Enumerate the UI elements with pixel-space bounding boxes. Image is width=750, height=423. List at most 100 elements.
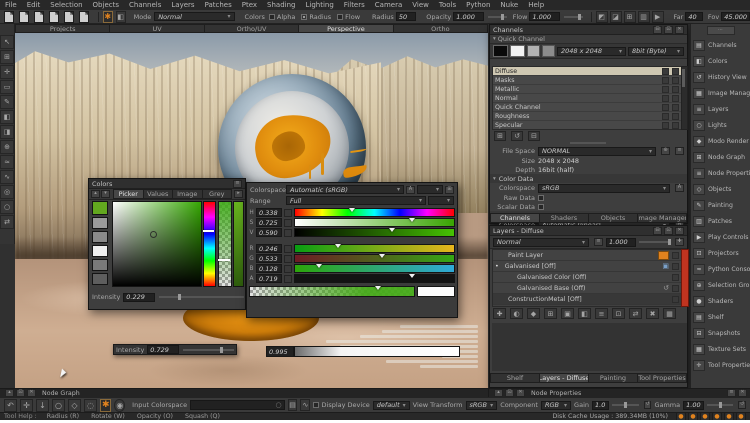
channel-depth-dropdown[interactable]: 8bit (Byte)▾ [628,47,684,56]
colors-tab-picker[interactable]: Picker [113,189,144,199]
input-colorspace-input[interactable]: ○ [190,400,284,410]
v-swatch-icon[interactable] [284,229,292,237]
colorspace-dropdown[interactable]: Automatic (sRGB)▾ [286,185,404,194]
menu-selection[interactable]: Selection [45,1,87,9]
h-swatch-icon[interactable] [284,209,292,217]
menu-patches[interactable]: Patches [200,1,237,9]
remove-channel-button[interactable]: ⊟ [528,131,540,141]
colors-tab-image[interactable]: Image [173,189,203,199]
r-swatch-icon[interactable] [284,245,292,253]
sync-channel-button[interactable]: ↺ [511,131,523,141]
channel-lock-icon[interactable] [662,68,669,75]
menu-tools[interactable]: Tools [434,1,461,9]
colorspace-reset-icon[interactable]: A [406,186,415,194]
layer-amount-field[interactable]: 1.000 [606,238,636,247]
diamond-brush-tool[interactable]: ◇ [68,399,81,412]
colors-tab-values[interactable]: Values [144,189,174,199]
cache-status-icon[interactable]: ● [676,412,686,421]
collapse-arrow-icon[interactable]: ▾ [493,36,496,42]
channel-cache-icon[interactable] [672,113,679,120]
dock-tab-image-manager[interactable]: Image Manager [638,213,687,223]
s-value-field[interactable]: 0.725 [256,218,282,227]
smear-tool[interactable]: ∿ [0,170,14,184]
tab-overflow-icon[interactable]: ▸ [234,190,243,198]
menu-edit[interactable]: Edit [22,1,46,9]
grey-swatch-2[interactable] [92,231,108,243]
close-project-icon[interactable] [79,11,89,23]
alpha-gradient-bar[interactable] [249,286,415,297]
palette-item-modo-render[interactable]: ◆Modo Render [691,133,750,149]
alpha-swatch-icon[interactable] [284,275,292,283]
grey-swatch-4[interactable] [92,259,108,271]
add-channel-button[interactable]: ⊞ [494,131,506,141]
h-slider-bar[interactable] [294,208,455,217]
colorspace-auto-icon[interactable]: A [675,184,684,192]
menu-python[interactable]: Python [461,1,495,9]
import-archive-icon[interactable] [49,11,59,23]
splitter-grip[interactable] [570,142,606,144]
floating-value-gradient-bar[interactable] [294,346,460,357]
palette-item-image-manager[interactable]: ▦Image Manager [691,85,750,101]
add-layer-icon[interactable]: ✚ [675,238,684,246]
node-properties-dock-bar[interactable]: ▴ ⊡ ✕ Node Properties ≡ ✕ [488,388,750,397]
channel-lock-icon[interactable] [662,122,669,129]
palette-item-shelf[interactable]: ▤Shelf [691,309,750,325]
file-space-lock-icon[interactable]: ⊕ [661,147,670,155]
floating-intensity-field[interactable]: 0.729 [147,345,179,354]
duplicate-layer-button[interactable]: ⊡ [612,308,625,319]
gain-slider[interactable] [612,404,639,406]
select-tool[interactable]: ↖ [0,35,14,49]
dock-tab-painting[interactable]: Painting [589,373,638,383]
play-projection-icon[interactable]: ▶ [652,11,664,23]
channel-cache-icon[interactable] [672,95,679,102]
palette-close-icon[interactable]: ✕ [675,227,684,235]
radius-checkbox[interactable] [301,14,307,20]
add-group-button[interactable]: ▣ [561,308,574,319]
palette-float-icon[interactable]: ⊡ [664,227,673,235]
menu-filters[interactable]: Filters [339,1,370,9]
palette-item-objects[interactable]: ◇Objects [691,181,750,197]
radius-field[interactable]: 50 [396,12,416,21]
viewport-tab-ortho[interactable]: Ortho [394,24,488,33]
file-space-dropdown[interactable]: NORMAL▾ [538,147,656,156]
palette-item-patches[interactable]: ▥Patches [691,213,750,229]
channel-list-scrollbar[interactable] [681,66,688,130]
channel-lock-icon[interactable] [662,86,669,93]
grey-swatch-3[interactable] [92,245,108,257]
layer-option-icon[interactable] [672,263,679,270]
palette-item-painting[interactable]: ✎Painting [691,197,750,213]
menu-file[interactable]: File [0,1,22,9]
layer-row-galvanised-color-off[interactable]: Galvanised Color (Off) [493,272,681,283]
color-data-colorspace-dropdown[interactable]: sRGB▾ [538,184,670,193]
dock-close-icon[interactable]: ✕ [27,389,36,397]
gradient-tool[interactable]: ◨ [0,125,14,139]
colors-tab-grey[interactable]: Grey [203,189,233,199]
channel-row-specular[interactable]: Specular [493,121,681,130]
menu-lighting[interactable]: Lighting [300,1,338,9]
transfer-layer-button[interactable]: ⇄ [629,308,642,319]
channel-row-quick-channel[interactable]: Quick Channel [493,103,681,112]
alpha-slider-bar[interactable] [294,274,455,283]
channel-cache-icon[interactable] [672,68,679,75]
dock-float-icon[interactable]: ⊡ [16,389,25,397]
channel-lock-icon[interactable] [662,95,669,102]
g-swatch-icon[interactable] [284,255,292,263]
menu-ptex[interactable]: Ptex [237,1,262,9]
palette-item-snapshots[interactable]: ⊟Snapshots [691,325,750,341]
h-value-field[interactable]: 0.338 [256,208,282,217]
undo-tool[interactable]: ↶ [4,399,17,412]
layer-row-paint-layer[interactable]: Paint Layer [493,250,681,261]
channel-row-diffuse[interactable]: Diffuse [493,67,681,76]
layer-option-icon[interactable] [672,252,679,259]
dock-tab-tool-properties[interactable]: Tool Properties [638,373,687,383]
eyedropper-tool[interactable]: ◎ [0,185,14,199]
dock-close-icon[interactable]: ✕ [738,389,747,397]
palette-item-colors[interactable]: ◧Colors [691,53,750,69]
palette-item-layers[interactable]: ≡Layers [691,101,750,117]
menu-channels[interactable]: Channels [124,1,166,9]
export-archive-icon[interactable] [64,11,74,23]
color-managed-toggle[interactable]: ▤ [288,399,298,411]
layer-option-icon[interactable] [672,296,679,303]
dock-tab-objects[interactable]: Objects [589,213,638,223]
flow-slider[interactable] [564,16,583,18]
